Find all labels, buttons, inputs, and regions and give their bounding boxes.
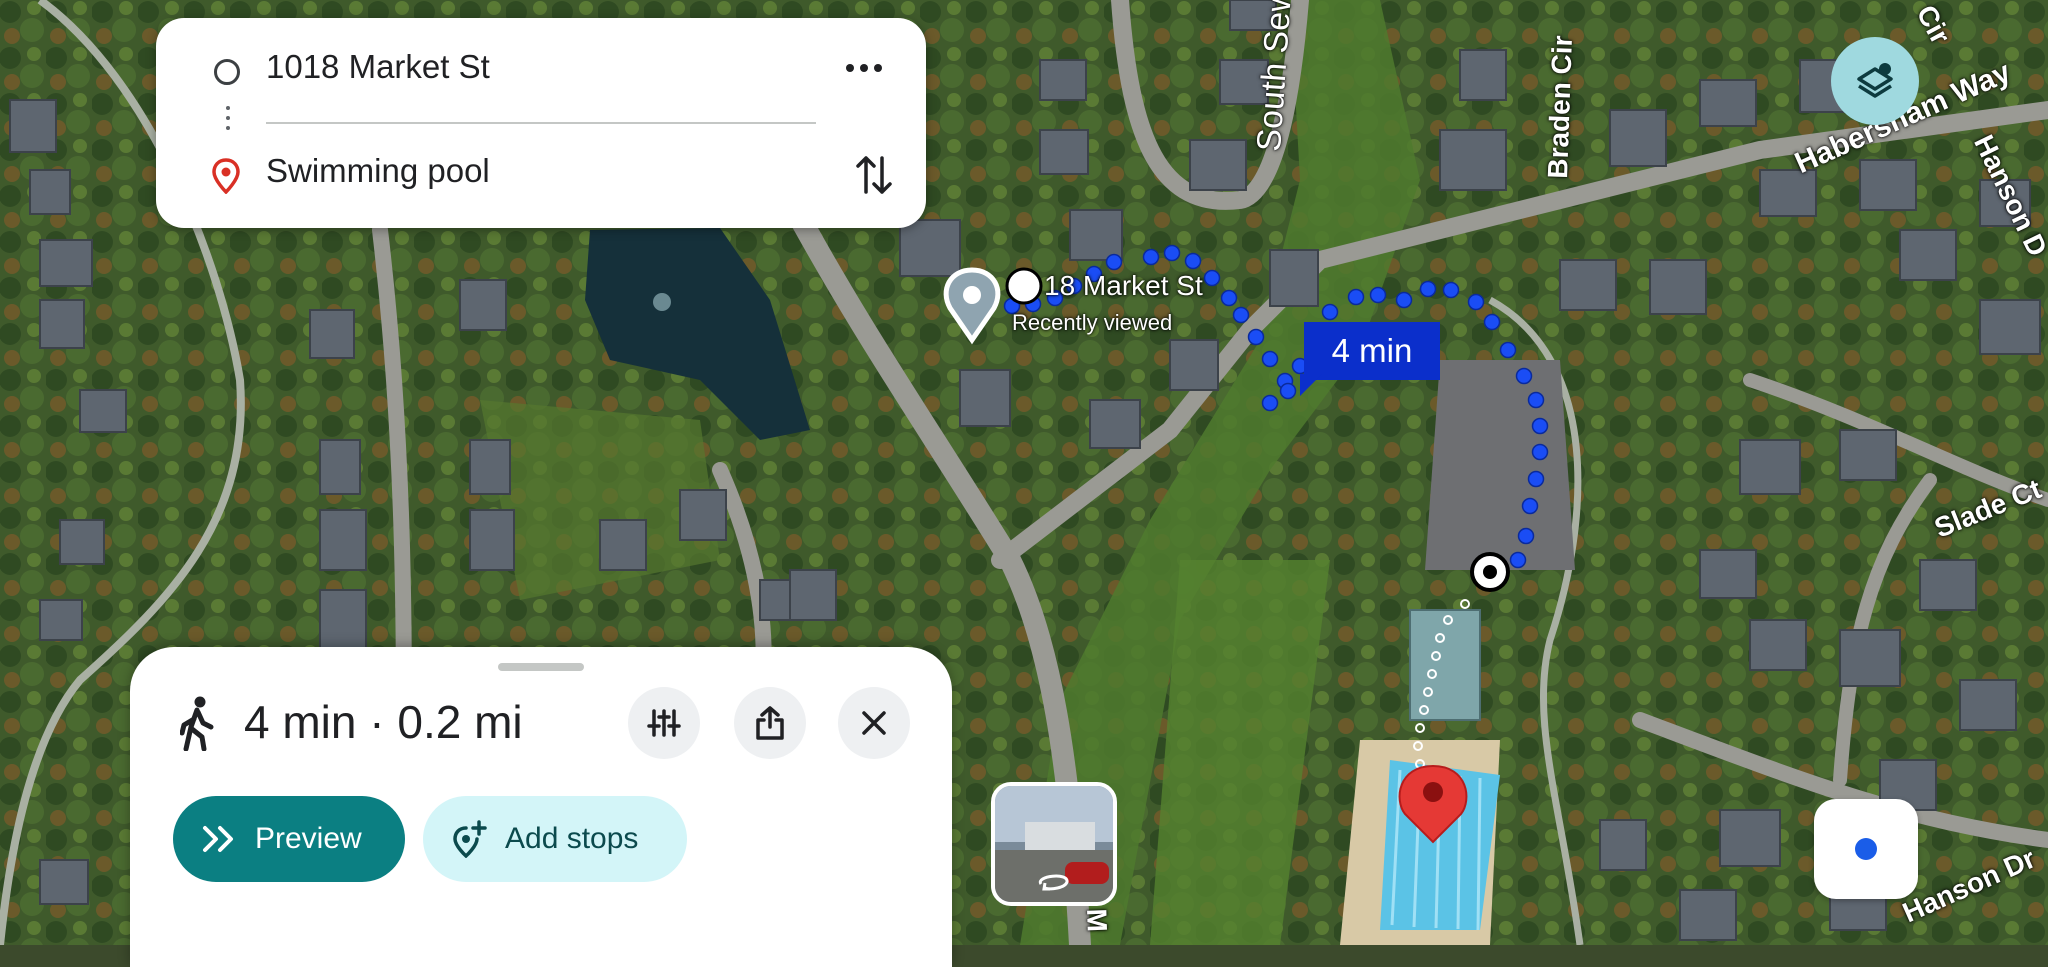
origin-dot <box>1005 267 1043 305</box>
route-summary: 4 min · 0.2 mi <box>244 696 523 748</box>
close-button[interactable] <box>838 687 910 759</box>
route-connector-dots <box>226 106 230 130</box>
directions-card: 1018 Market St Swimming pool <box>156 18 926 228</box>
more-icon[interactable] <box>846 64 882 72</box>
layers-icon <box>1857 63 1893 98</box>
add-stops-button[interactable]: Add stops <box>423 796 687 882</box>
origin-icon <box>214 59 240 85</box>
destination-icon <box>212 158 240 194</box>
share-button[interactable] <box>734 687 806 759</box>
origin-text: 1018 Market St <box>266 48 490 85</box>
my-location-button[interactable] <box>1814 799 1918 899</box>
route-options-icon <box>647 709 681 737</box>
drag-handle[interactable] <box>498 663 584 671</box>
destination-field[interactable]: Swimming pool <box>266 152 826 200</box>
route-time-callout-tail <box>1300 374 1322 396</box>
close-icon <box>862 711 886 735</box>
origin-field[interactable]: 1018 Market St <box>266 48 826 96</box>
add-stop-icon <box>453 820 487 858</box>
street-view-thumbnail[interactable] <box>991 782 1117 906</box>
street-label: M <box>1081 908 1113 933</box>
street-label: Braden Cir <box>1542 34 1578 180</box>
my-location-icon <box>1855 838 1877 860</box>
route-time-label: 4 min <box>1331 332 1413 369</box>
destination-text: Swimming pool <box>266 152 490 189</box>
route-bottom-sheet: 4 min · 0.2 mi Preview Add stops <box>130 647 952 967</box>
preview-icon <box>203 826 233 852</box>
swap-icon[interactable] <box>854 152 894 198</box>
layers-button[interactable] <box>1831 37 1919 125</box>
preview-button[interactable]: Preview <box>173 796 405 882</box>
preview-label: Preview <box>255 822 362 855</box>
route-time-callout[interactable]: 4 min <box>1304 322 1440 380</box>
place-subtitle-label: Recently viewed <box>1012 310 1173 335</box>
street-view-icon <box>1038 874 1069 891</box>
field-divider <box>266 122 816 124</box>
walk-icon <box>180 696 214 751</box>
add-stops-label: Add stops <box>505 822 639 855</box>
route-options-button[interactable] <box>628 687 700 759</box>
share-icon <box>756 706 784 740</box>
place-name-label[interactable]: 18 Market St <box>1044 270 1203 302</box>
